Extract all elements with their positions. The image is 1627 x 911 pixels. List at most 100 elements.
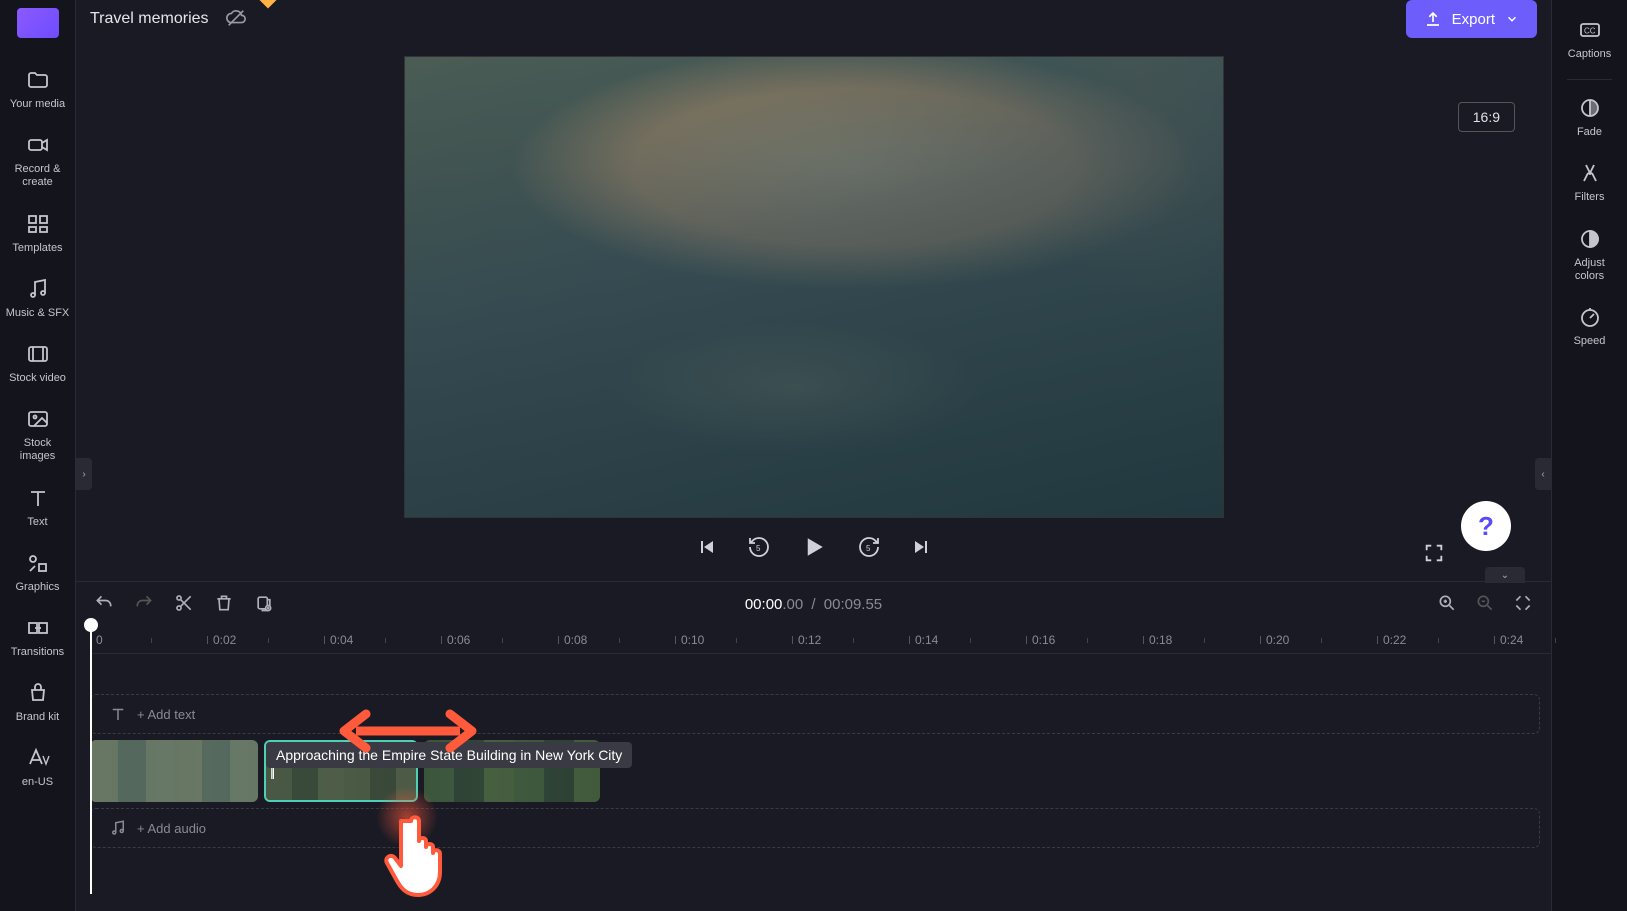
preview-frame[interactable] — [404, 56, 1224, 518]
sidebar-label: en-US — [22, 776, 53, 789]
sidebar-item-filters[interactable]: Filters — [1552, 151, 1627, 216]
music-icon — [26, 277, 50, 301]
zoom-out-button[interactable] — [1475, 593, 1495, 616]
language-icon — [26, 746, 50, 770]
sidebar-label: Stock video — [9, 372, 66, 385]
sidebar-label: Stock images — [20, 437, 55, 463]
preview-controls: 5 5 — [695, 532, 933, 565]
duplicate-button[interactable] — [254, 593, 274, 616]
clip-tooltip: Approaching the Empire State Building in… — [266, 742, 632, 768]
sidebar-label: Fade — [1577, 126, 1602, 139]
right-panel-collapse-toggle[interactable]: ‹ — [1535, 458, 1551, 490]
sidebar-item-music-sfx[interactable]: Music & SFX — [0, 267, 75, 332]
sidebar-item-text[interactable]: Text — [0, 476, 75, 541]
preview-image — [405, 57, 1223, 517]
export-button[interactable]: Export — [1406, 0, 1537, 38]
sidebar-item-brand-kit[interactable]: Brand kit — [0, 671, 75, 736]
timeline-toolbar: 00:00.00 / 00:09.55 — [76, 582, 1551, 626]
sidebar-label: Graphics — [15, 581, 59, 594]
sidebar-item-your-media[interactable]: Your media — [0, 58, 75, 123]
sidebar-label: Templates — [12, 242, 62, 255]
sidebar-label: Captions — [1568, 48, 1611, 61]
sidebar-label: Brand kit — [16, 711, 59, 724]
add-text-label: + Add text — [137, 707, 195, 722]
ruler-tick: 0:18 — [1149, 626, 1172, 653]
play-button[interactable] — [799, 532, 829, 565]
split-button[interactable] — [174, 593, 194, 616]
brand-kit-icon — [26, 681, 50, 705]
skip-end-button[interactable] — [909, 535, 933, 562]
timeline-ruler[interactable]: 00:020:040:060:080:100:120:140:160:180:2… — [90, 626, 1551, 654]
preview-area: 16:9 5 5 ⌄ ? — [76, 38, 1551, 581]
sidebar-item-record-create[interactable]: Record & create — [0, 123, 75, 201]
playhead[interactable] — [90, 626, 92, 894]
top-bar: Travel memories Export — [76, 0, 1551, 38]
text-icon — [109, 705, 127, 723]
skip-start-button[interactable] — [695, 535, 719, 562]
sidebar-right: CC Captions Fade Filters Adjust colors S… — [1551, 0, 1627, 911]
contrast-icon — [1578, 227, 1602, 251]
ruler-tick: 0:10 — [681, 626, 704, 653]
forward-5-button[interactable]: 5 — [857, 535, 881, 562]
ruler-tick: 0:22 — [1383, 626, 1406, 653]
sidebar-item-templates[interactable]: Templates — [0, 202, 75, 267]
export-label: Export — [1452, 11, 1495, 28]
fullscreen-button[interactable] — [1423, 542, 1445, 567]
premium-diamond-icon — [260, 0, 277, 8]
add-text-track[interactable]: + Add text — [90, 694, 1540, 734]
cloud-offline-icon[interactable] — [225, 7, 247, 32]
zoom-fit-button[interactable] — [1513, 593, 1533, 616]
svg-text:5: 5 — [756, 544, 761, 553]
sidebar-item-captions[interactable]: CC Captions — [1552, 8, 1627, 73]
redo-button[interactable] — [134, 593, 154, 616]
sidebar-label: Record & create — [15, 163, 61, 189]
aspect-ratio-button[interactable]: 16:9 — [1458, 102, 1515, 132]
timeline-tracks: Approaching the Empire State Building in… — [76, 654, 1551, 848]
sidebar-label: Filters — [1575, 191, 1605, 204]
sidebar-item-transitions[interactable]: Transitions — [0, 606, 75, 671]
ruler-tick: 0:14 — [915, 626, 938, 653]
sidebar-item-fade[interactable]: Fade — [1552, 86, 1627, 151]
sidebar-label: Speed — [1574, 335, 1606, 348]
undo-button[interactable] — [94, 593, 114, 616]
delete-button[interactable] — [214, 593, 234, 616]
chevron-down-icon — [1505, 12, 1519, 26]
image-icon — [26, 407, 50, 431]
fade-icon — [1578, 96, 1602, 120]
video-icon — [26, 342, 50, 366]
sidebar-item-stock-images[interactable]: Stock images — [0, 397, 75, 475]
templates-icon — [26, 212, 50, 236]
captions-icon: CC — [1578, 18, 1602, 42]
add-audio-label: + Add audio — [137, 821, 206, 836]
ruler-tick: 0:12 — [798, 626, 821, 653]
transitions-icon — [26, 616, 50, 640]
graphics-icon — [26, 551, 50, 575]
help-button[interactable]: ? — [1461, 501, 1511, 551]
text-icon — [26, 486, 50, 510]
main-area: Travel memories Export 16:9 5 5 ⌄ ? — [76, 0, 1551, 911]
folder-icon — [26, 68, 50, 92]
add-audio-track[interactable]: + Add audio — [90, 808, 1540, 848]
ruler-tick: 0:02 — [213, 626, 236, 653]
sidebar-item-language[interactable]: en-US — [0, 736, 75, 801]
timeline-area: 00:00.00 / 00:09.55 00:020:040:060:080:1… — [76, 581, 1551, 911]
rewind-5-button[interactable]: 5 — [747, 535, 771, 562]
camera-icon — [26, 133, 50, 157]
collapse-preview-button[interactable]: ⌄ — [1485, 567, 1525, 583]
zoom-in-button[interactable] — [1437, 593, 1457, 616]
ruler-tick: 0:24 — [1500, 626, 1523, 653]
video-clip-1[interactable] — [90, 740, 258, 802]
filters-icon — [1578, 161, 1602, 185]
sidebar-item-speed[interactable]: Speed — [1552, 295, 1627, 360]
upload-icon — [1424, 10, 1442, 28]
sidebar-label: Music & SFX — [6, 307, 70, 320]
ruler-tick: 0:16 — [1032, 626, 1055, 653]
app-logo[interactable] — [17, 8, 59, 38]
sidebar-item-graphics[interactable]: Graphics — [0, 541, 75, 606]
sidebar-label: Transitions — [11, 646, 64, 659]
project-title[interactable]: Travel memories — [90, 10, 209, 28]
sidebar-item-stock-video[interactable]: Stock video — [0, 332, 75, 397]
sidebar-label: Your media — [10, 98, 65, 111]
sidebar-item-adjust-colors[interactable]: Adjust colors — [1552, 217, 1627, 295]
music-icon — [109, 819, 127, 837]
